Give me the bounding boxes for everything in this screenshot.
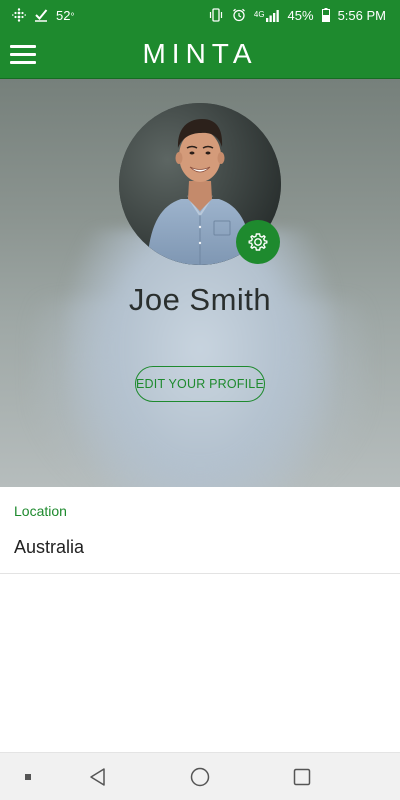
fitbit-icon <box>12 8 26 22</box>
system-nav-bar <box>0 752 400 800</box>
profile-name: Joe Smith <box>128 282 272 317</box>
app-bar: MINTA <box>0 30 400 79</box>
check-icon <box>34 8 48 22</box>
signal-icon: 4G <box>254 9 280 22</box>
battery-icon <box>321 8 330 22</box>
home-icon[interactable] <box>182 753 218 800</box>
profile-header: Joe Smith EDIT YOUR PROFILE <box>0 79 400 487</box>
status-bar: 52° 4G 45% 5:56 PM <box>0 0 400 30</box>
battery-percent: 45% <box>287 7 314 23</box>
gear-icon <box>246 230 270 254</box>
status-bar-left: 52° <box>12 8 74 23</box>
back-icon[interactable] <box>80 753 116 800</box>
vibrate-icon <box>208 8 224 22</box>
blurred-background-figure <box>65 229 335 487</box>
alarm-icon <box>232 8 246 22</box>
edit-profile-button[interactable]: EDIT YOUR PROFILE <box>135 366 265 402</box>
clock-time: 5:56 PM <box>337 7 386 23</box>
app-screen: 52° 4G 45% 5:56 PM MINTA Joe Smith EDIT … <box>0 0 400 800</box>
location-label: Location <box>14 503 67 519</box>
overview-icon[interactable] <box>284 753 320 800</box>
location-value: Australia <box>14 537 85 557</box>
location-section: Location Australia <box>0 487 400 574</box>
app-title: MINTA <box>142 38 258 69</box>
settings-button[interactable] <box>236 220 280 264</box>
recent-apps-dot-icon[interactable] <box>14 753 42 800</box>
status-bar-right: 4G 45% 5:56 PM <box>208 8 386 23</box>
temperature-text: 52° <box>56 7 75 23</box>
